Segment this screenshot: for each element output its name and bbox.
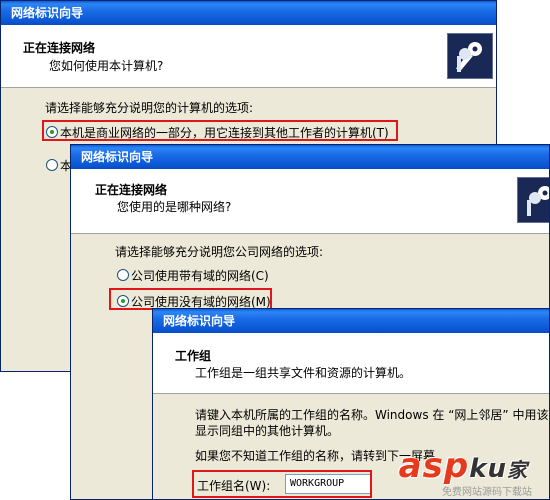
header-subtitle: 您如何使用本计算机?	[49, 59, 164, 73]
instruction-line-1: 请键入本机所属的工作组的名称。Windows 在 “网上邻居” 中用该	[195, 408, 549, 422]
window-title: 网络标识向导	[163, 314, 236, 328]
wizard-header: 工作组 工作组是一组共享文件和资源的计算机。	[153, 333, 549, 394]
radio-home-network[interactable]	[46, 159, 58, 171]
header-title: 工作组	[175, 349, 212, 363]
watermark-logo-asp: asp	[398, 446, 470, 486]
keys-icon	[447, 33, 493, 79]
header-subtitle: 您使用的是哪种网络?	[117, 200, 232, 214]
option-prompt: 请选择能够充分说明您的计算机的选项:	[45, 101, 254, 115]
window-titlebar[interactable]: 网络标识向导	[1, 1, 496, 25]
window-titlebar[interactable]: 网络标识向导	[153, 309, 549, 333]
header-subtitle: 工作组是一组共享文件和资源的计算机。	[195, 366, 412, 380]
watermark-logo-ku: ku	[469, 454, 507, 484]
highlight-box	[192, 470, 372, 498]
wizard-header: 正在连接网络 您使用的是哪种网络?	[71, 169, 549, 234]
window-titlebar[interactable]: 网络标识向导	[71, 145, 549, 169]
highlight-box	[109, 288, 272, 310]
instruction-line-2: 显示同组中的其他计算机。	[195, 424, 340, 438]
wizard-header: 正在连接网络 您如何使用本计算机?	[1, 25, 496, 88]
window-title: 网络标识向导	[81, 150, 154, 164]
watermark-logo: aspku家	[399, 446, 528, 486]
radio-domain-network[interactable]	[117, 269, 129, 281]
keys-icon	[517, 177, 549, 223]
watermark-url: 免费网站源码下载站	[442, 487, 532, 498]
header-title: 正在连接网络	[95, 183, 168, 197]
header-title: 正在连接网络	[23, 41, 96, 55]
option-domain-network-label[interactable]: 公司使用带有域的网络(C)	[131, 267, 269, 284]
option-prompt: 请选择能够充分说明您公司网络的选项:	[115, 245, 324, 259]
highlight-box	[42, 120, 398, 141]
window-title: 网络标识向导	[11, 6, 84, 20]
watermark-logo-jia: 家	[507, 458, 528, 482]
